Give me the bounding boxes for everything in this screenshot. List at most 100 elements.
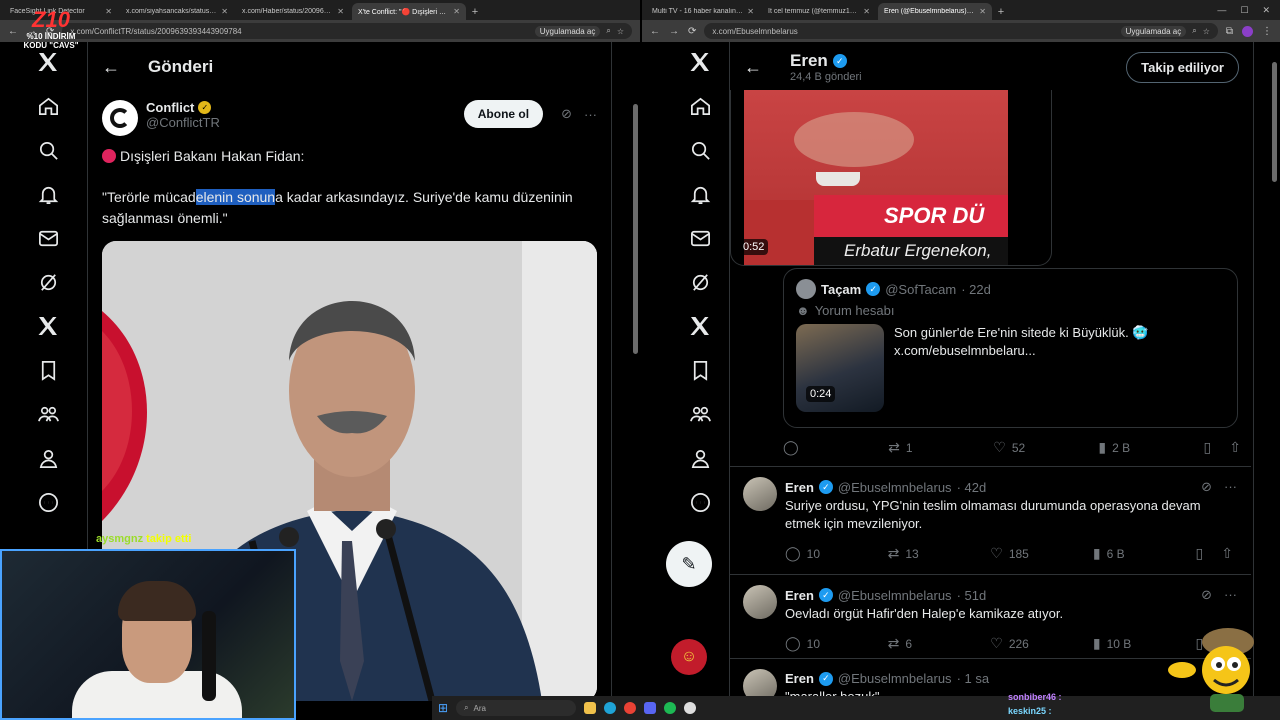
- more-icon[interactable]: [28, 482, 68, 522]
- url-field[interactable]: x.com/Ebuselmnbelarus Uygulamada aç ⌕ ☆: [704, 23, 1218, 39]
- file-explorer-icon[interactable]: [584, 702, 597, 714]
- zoom-icon[interactable]: ⌕: [606, 26, 610, 36]
- grok-icon[interactable]: ⊘: [1201, 587, 1212, 603]
- more-options-icon[interactable]: ···: [1224, 587, 1237, 603]
- avatar[interactable]: [102, 100, 138, 136]
- home-icon[interactable]: [28, 86, 68, 126]
- quoted-post[interactable]: Taçam ✓ @SofTacam · 22d ☻ Yorum hesabı 0:…: [783, 268, 1238, 428]
- like-button[interactable]: ♡ 185: [990, 545, 1038, 562]
- communities-icon[interactable]: [680, 394, 720, 434]
- bookmarks-icon[interactable]: [680, 350, 720, 390]
- premium-icon[interactable]: [680, 306, 720, 346]
- taskbar-search[interactable]: ⌕ Ara: [456, 700, 577, 716]
- bookmark-icon[interactable]: ▯: [1196, 545, 1204, 562]
- grok-icon[interactable]: [28, 262, 68, 302]
- profile-avatar-icon[interactable]: [1242, 25, 1253, 37]
- spotify-icon[interactable]: [664, 702, 677, 714]
- search-icon[interactable]: [28, 130, 68, 170]
- close-window-icon[interactable]: ✕: [1262, 5, 1270, 16]
- star-icon[interactable]: ☆: [1203, 27, 1210, 36]
- edge-icon[interactable]: [604, 702, 617, 714]
- url-field[interactable]: x.com/ConflictTR/status/2009639393443909…: [62, 23, 632, 39]
- chrome-icon[interactable]: [624, 702, 637, 714]
- author-handle[interactable]: @ConflictTR: [146, 115, 220, 130]
- discord-icon[interactable]: [644, 702, 657, 714]
- minimize-icon[interactable]: —: [1217, 5, 1226, 16]
- new-tab-button[interactable]: +: [994, 3, 1008, 20]
- notifications-icon[interactable]: [28, 174, 68, 214]
- more-icon[interactable]: [680, 482, 720, 522]
- avatar[interactable]: [743, 477, 777, 511]
- share-icon[interactable]: ⇧: [1229, 439, 1241, 456]
- messages-icon[interactable]: [28, 218, 68, 258]
- browser-tab-active[interactable]: X'te Conflict: "🔴 Dışişleri Baka ✕: [352, 3, 466, 20]
- like-button[interactable]: ♡ 52: [993, 439, 1041, 456]
- browser-tab[interactable]: x.com/Haber/status/20096317 ✕: [236, 3, 350, 20]
- scrollbar[interactable]: [1272, 62, 1277, 182]
- like-button[interactable]: ♡ 226: [990, 635, 1038, 652]
- close-tab-icon[interactable]: ✕: [979, 7, 986, 16]
- bookmark-icon[interactable]: ▯: [1204, 439, 1212, 456]
- author-name[interactable]: Conflict: [146, 100, 194, 115]
- browser-tab[interactable]: Multi TV - 16 haber kanalını ay ✕: [646, 3, 760, 20]
- more-options-icon[interactable]: ···: [584, 107, 597, 122]
- grok-icon[interactable]: [680, 262, 720, 302]
- reload-icon[interactable]: ⟳: [688, 26, 696, 37]
- profile-icon[interactable]: [28, 438, 68, 478]
- avatar[interactable]: [743, 585, 777, 619]
- grok-icon[interactable]: ⊘: [1201, 479, 1212, 495]
- close-tab-icon[interactable]: ✕: [747, 7, 754, 16]
- repost-button[interactable]: ⇄ 1: [888, 439, 936, 456]
- communities-icon[interactable]: [28, 394, 68, 434]
- views-button[interactable]: ▮ 2 B: [1098, 439, 1146, 456]
- back-arrow-icon[interactable]: ←: [102, 57, 122, 78]
- views-button[interactable]: ▮ 6 B: [1093, 545, 1141, 562]
- close-tab-icon[interactable]: ✕: [453, 7, 460, 16]
- menu-icon[interactable]: ⋮: [1262, 26, 1272, 37]
- forward-icon[interactable]: →: [669, 26, 679, 37]
- obs-icon[interactable]: [684, 702, 697, 714]
- reply-button[interactable]: ◯ 10: [785, 545, 833, 562]
- search-icon[interactable]: [680, 130, 720, 170]
- home-icon[interactable]: [680, 86, 720, 126]
- scrollbar[interactable]: [633, 104, 638, 354]
- repost-button[interactable]: ⇄ 6: [888, 635, 936, 652]
- maximize-icon[interactable]: ☐: [1240, 5, 1248, 16]
- compose-post-button[interactable]: ✎: [666, 541, 712, 587]
- subscribe-button[interactable]: Abone ol: [463, 100, 544, 128]
- open-in-app-chip[interactable]: Uygulamada aç: [1120, 25, 1187, 37]
- back-arrow-icon[interactable]: ←: [744, 57, 764, 78]
- back-icon[interactable]: ←: [650, 26, 660, 37]
- reply-button[interactable]: ◯ 10: [785, 635, 833, 652]
- profile-icon[interactable]: [680, 438, 720, 478]
- close-tab-icon[interactable]: ✕: [863, 7, 870, 16]
- account-avatar[interactable]: ☺: [671, 639, 707, 675]
- zoom-icon[interactable]: ⌕: [1192, 26, 1196, 36]
- notifications-icon[interactable]: [680, 174, 720, 214]
- browser-tab-active[interactable]: Eren (@Ebuselmnbelarus) / X ✕: [878, 3, 992, 20]
- browser-tab[interactable]: It cel temmuz (@temmuz1919 ✕: [762, 3, 876, 20]
- x-logo-icon[interactable]: [680, 42, 720, 82]
- messages-icon[interactable]: [680, 218, 720, 258]
- views-button[interactable]: ▮ 10 B: [1093, 635, 1141, 652]
- reply-button[interactable]: ◯: [783, 439, 831, 456]
- more-options-icon[interactable]: ···: [1224, 479, 1237, 495]
- extensions-icon[interactable]: ⧉: [1226, 26, 1233, 37]
- timeline-post[interactable]: Eren ✓ @Ebuselmnbelarus · 42d ⊘ ··· Suriye or…: [729, 466, 1251, 574]
- windows-start-icon[interactable]: ⊞: [438, 701, 448, 715]
- share-icon[interactable]: ⇧: [1221, 545, 1233, 562]
- browser-tab[interactable]: x.com/siyahsancaks/status/200 ✕: [120, 3, 234, 20]
- new-tab-button[interactable]: +: [468, 3, 482, 20]
- open-in-app-chip[interactable]: Uygulamada aç: [534, 25, 601, 37]
- repost-button[interactable]: ⇄ 13: [888, 545, 936, 562]
- quoted-video-thumbnail[interactable]: 0:24: [796, 324, 884, 412]
- grok-icon[interactable]: ⊘: [561, 106, 572, 122]
- star-icon[interactable]: ☆: [617, 27, 624, 36]
- bookmarks-icon[interactable]: [28, 350, 68, 390]
- premium-icon[interactable]: [28, 306, 68, 346]
- video-player[interactable]: SPOR DÜ Erbatur Ergenekon, 0:52: [730, 90, 1052, 266]
- close-tab-icon[interactable]: ✕: [105, 7, 112, 16]
- close-tab-icon[interactable]: ✕: [337, 7, 344, 16]
- close-tab-icon[interactable]: ✕: [221, 7, 228, 16]
- following-button[interactable]: Takip ediliyor: [1126, 51, 1239, 83]
